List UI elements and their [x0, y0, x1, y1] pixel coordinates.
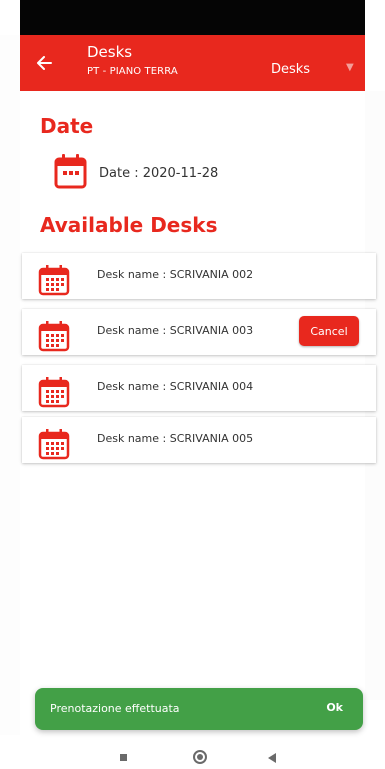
cancel-button[interactable]: Cancel [299, 316, 359, 346]
calendar-icon [38, 320, 70, 356]
nav-recents-icon[interactable] [120, 754, 127, 761]
desk-name: Desk name : SCRIVANIA 005 [97, 432, 254, 445]
screen-left-margin [0, 35, 20, 735]
calendar-icon [54, 153, 87, 193]
nav-back-icon[interactable] [268, 753, 276, 763]
available-desks-heading: Available Desks [40, 213, 218, 237]
page-subtitle: PT - PIANO TERRA [87, 66, 178, 77]
desk-list-item[interactable]: Desk name : SCRIVANIA 004 [22, 365, 376, 411]
status-bar [20, 0, 365, 35]
date-value: Date : 2020-11-28 [99, 165, 219, 181]
calendar-icon [38, 428, 70, 464]
page-title: Desks [87, 43, 133, 61]
chevron-down-icon[interactable]: ▼ [346, 62, 354, 73]
desk-list-item[interactable]: Desk name : SCRIVANIA 005 [22, 417, 376, 463]
desk-name: Desk name : SCRIVANIA 004 [97, 380, 254, 393]
desk-list-item[interactable]: Desk name : SCRIVANIA 002 [22, 253, 376, 299]
calendar-icon [38, 264, 70, 300]
desk-name: Desk name : SCRIVANIA 002 [97, 268, 254, 281]
desks-dropdown[interactable]: Desks [271, 62, 310, 77]
date-heading: Date [40, 114, 94, 138]
date-row[interactable]: Date : 2020-11-28 [54, 153, 218, 193]
calendar-icon [38, 376, 70, 412]
app-bar: Desks PT - PIANO TERRA Desks ▼ [20, 35, 365, 91]
snackbar-message: Prenotazione effettuata [50, 702, 180, 715]
snackbar: Prenotazione effettuata Ok [35, 688, 363, 730]
desk-name: Desk name : SCRIVANIA 003 [97, 324, 254, 337]
back-arrow-icon[interactable] [30, 49, 58, 77]
desk-list-item[interactable]: Desk name : SCRIVANIA 003 Cancel [22, 309, 376, 355]
nav-home-icon[interactable] [193, 750, 207, 764]
snackbar-ok-button[interactable]: Ok [326, 701, 343, 714]
system-nav-bar [20, 744, 365, 769]
